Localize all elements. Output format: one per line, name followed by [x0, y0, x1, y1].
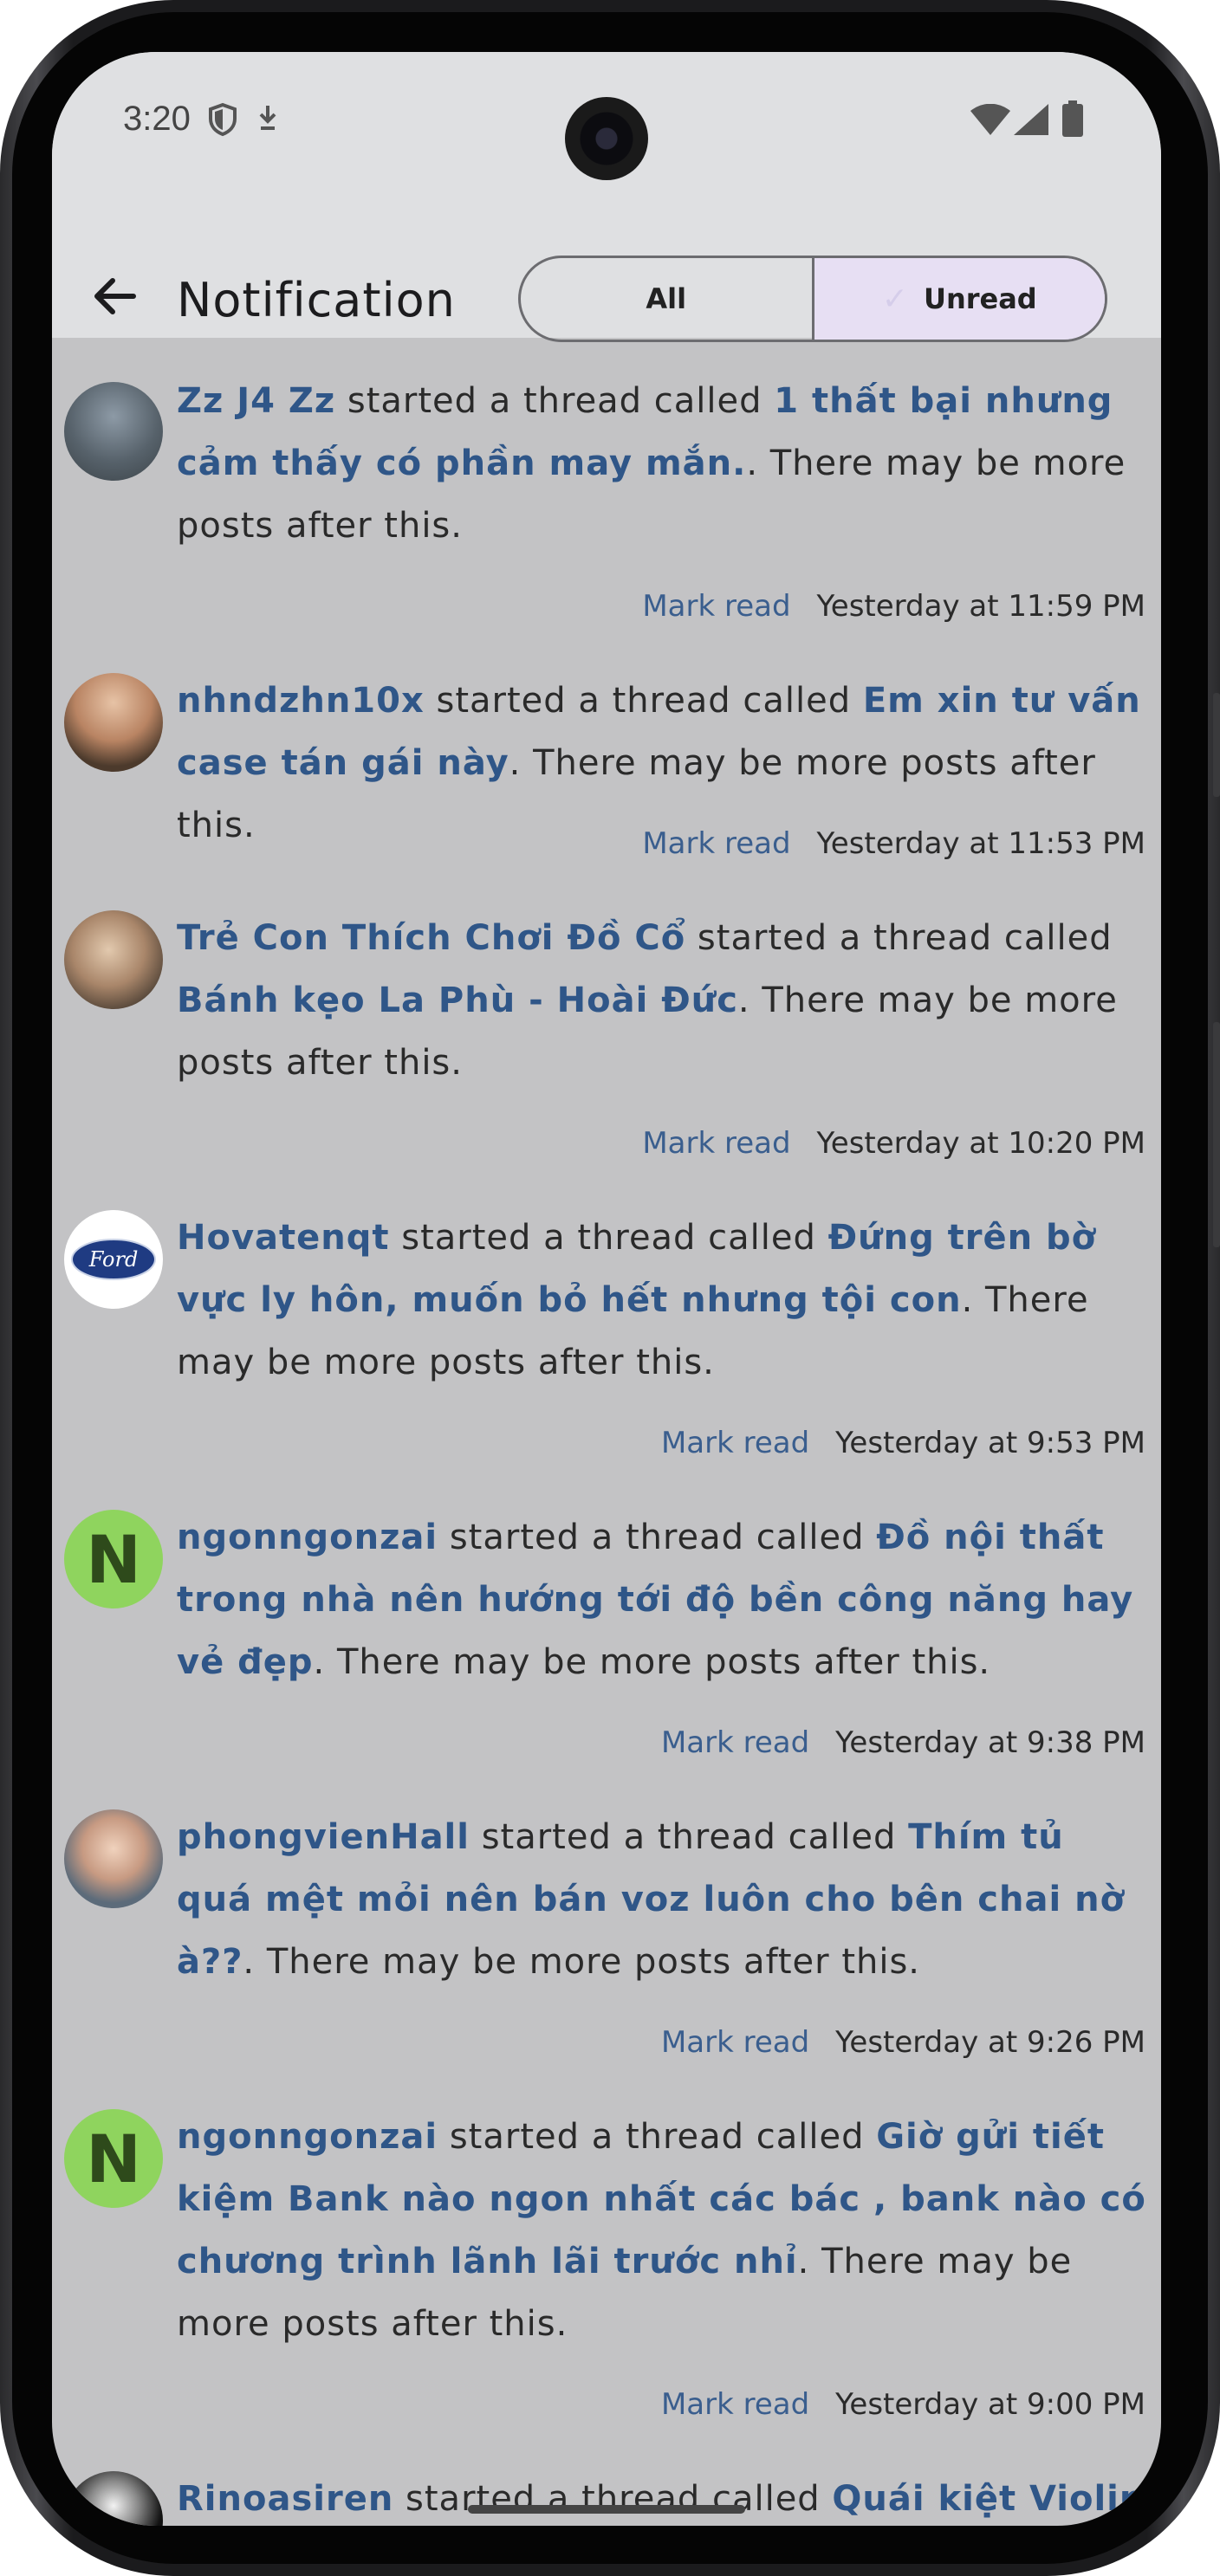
started-thread-text: started a thread called [424, 681, 863, 721]
avatar[interactable]: N [64, 1510, 163, 1608]
notification-text: phongvienHall started a thread called Th… [177, 1806, 1147, 1993]
more-posts-text: . There may be more posts after this. [313, 1642, 991, 1682]
mark-read-button[interactable]: Mark read [642, 826, 790, 861]
back-arrow-icon[interactable] [88, 270, 140, 322]
mark-read-button[interactable]: Mark read [642, 1126, 790, 1161]
status-time: 3:20 [123, 100, 191, 138]
username-link[interactable]: nhndzhn10x [177, 681, 425, 721]
notification-text: Rinoasiren started a thread called Quái … [177, 2468, 1147, 2526]
avatar[interactable] [64, 910, 163, 1009]
filter-segmented-control: All ✓ Unread [518, 256, 1107, 342]
notification-time: Yesterday at 9:53 PM [835, 1426, 1145, 1460]
battery-icon [1062, 100, 1083, 137]
username-link[interactable]: Trẻ Con Thích Chơi Đồ Cổ [177, 918, 685, 958]
avatar[interactable] [64, 673, 163, 772]
notification-meta: Mark read Yesterday at 9:38 PM [661, 1725, 1145, 1760]
cellular-signal-icon [1014, 104, 1048, 135]
username-link[interactable]: phongvienHall [177, 1817, 470, 1857]
tab-all[interactable]: All [521, 258, 812, 340]
started-thread-text: started a thread called [438, 2117, 877, 2157]
notification-text: Zz J4 Zz started a thread called 1 thất … [177, 370, 1147, 557]
gesture-home-bar[interactable] [468, 2505, 745, 2514]
notification-meta: Mark read Yesterday at 9:53 PM [661, 1426, 1145, 1460]
notification-time: Yesterday at 10:20 PM [816, 1126, 1145, 1161]
thread-title-link[interactable]: Bánh kẹo La Phù - Hoài Đức [177, 981, 738, 1020]
phone-frame: 3:20 Notification All ✓ Unread Zz J4 Zz … [0, 0, 1220, 2576]
username-link[interactable]: ngonngonzai [177, 1518, 438, 1557]
notification-meta: Mark read Yesterday at 11:53 PM [642, 826, 1145, 861]
notification-meta: Mark read Yesterday at 9:26 PM [661, 2025, 1145, 2060]
screen: 3:20 Notification All ✓ Unread Zz J4 Zz … [52, 52, 1161, 2526]
front-camera [565, 97, 648, 180]
mark-read-button[interactable]: Mark read [642, 589, 790, 624]
wifi-icon [970, 104, 1010, 135]
notification-meta: Mark read Yesterday at 9:00 PM [661, 2387, 1145, 2422]
check-icon: ✓ [881, 281, 908, 317]
avatar[interactable] [64, 382, 163, 481]
username-link[interactable]: Hovatenqt [177, 1218, 390, 1258]
notification-text: ngonngonzai started a thread called Đồ n… [177, 1506, 1147, 1693]
tab-all-label: All [646, 282, 687, 315]
notification-time: Yesterday at 9:26 PM [835, 2025, 1145, 2060]
mark-read-button[interactable]: Mark read [661, 2025, 809, 2060]
more-posts-text: . There may be more posts after this. [243, 1942, 921, 1982]
avatar[interactable]: Ford [64, 1210, 163, 1309]
svg-text:Ford: Ford [88, 1247, 139, 1272]
notification-meta: Mark read Yesterday at 10:20 PM [642, 1126, 1145, 1161]
mark-read-button[interactable]: Mark read [661, 1426, 809, 1460]
page-title: Notification [177, 273, 456, 327]
avatar[interactable] [64, 1809, 163, 1908]
ford-logo-icon: Ford [71, 1239, 156, 1280]
username-link[interactable]: ngonngonzai [177, 2117, 438, 2157]
side-button [1213, 1022, 1220, 1247]
started-thread-text: started a thread called [389, 1218, 828, 1258]
mark-read-button[interactable]: Mark read [661, 2387, 809, 2422]
avatar[interactable] [64, 2471, 163, 2526]
app-bar: Notification All ✓ Unread [52, 204, 1161, 342]
notification-time: Yesterday at 11:59 PM [816, 589, 1145, 624]
shield-icon [209, 102, 237, 137]
notification-text: Trẻ Con Thích Chơi Đồ Cổ started a threa… [177, 907, 1147, 1094]
mark-read-button[interactable]: Mark read [661, 1725, 809, 1760]
avatar[interactable]: N [64, 2109, 163, 2208]
side-button [1213, 693, 1220, 797]
notification-time: Yesterday at 9:38 PM [835, 1725, 1145, 1760]
started-thread-text: started a thread called [438, 1518, 877, 1557]
notification-time: Yesterday at 11:53 PM [816, 826, 1145, 861]
notification-time: Yesterday at 9:00 PM [835, 2387, 1145, 2422]
username-link[interactable]: Rinoasiren [177, 2479, 393, 2519]
notification-meta: Mark read Yesterday at 11:59 PM [642, 589, 1145, 624]
notification-text: ngonngonzai started a thread called Giờ … [177, 2106, 1147, 2355]
started-thread-text: started a thread called [685, 918, 1113, 958]
started-thread-text: started a thread called [469, 1817, 909, 1857]
tab-unread-label: Unread [923, 282, 1037, 315]
download-indicator-icon [259, 106, 276, 130]
username-link[interactable]: Zz J4 Zz [177, 381, 335, 421]
started-thread-text: started a thread called [335, 381, 775, 421]
notification-text: Hovatenqt started a thread called Đứng t… [177, 1207, 1147, 1394]
tab-unread[interactable]: ✓ Unread [811, 258, 1105, 340]
